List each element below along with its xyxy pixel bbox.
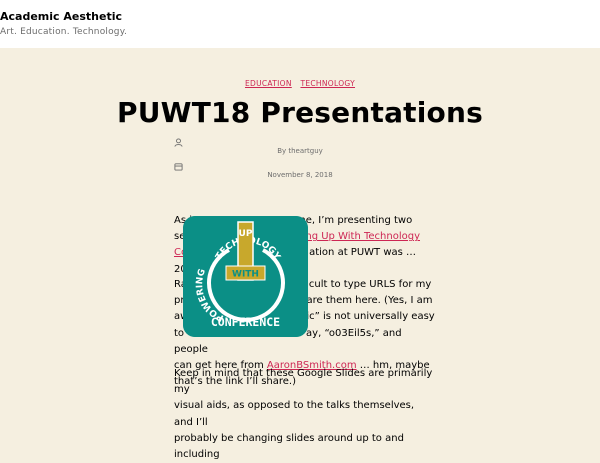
site-title[interactable]: Academic Aesthetic (0, 10, 122, 23)
site-tagline: Art. Education. Technology. (0, 27, 128, 37)
logo-conference-text: CONFERENCE (211, 315, 280, 329)
text-fragment: are them here. (Yes, I am (306, 295, 433, 307)
post-paragraph-3: Keep in mind that these Google Slides ar… (174, 366, 436, 463)
text-fragment: ation at PUWT was … (309, 247, 417, 259)
powering-up-logo: TECHNOLOGY POWERING UP WITH CONFERENCE (183, 216, 308, 337)
powering-up-link[interactable]: ng Up With Technology (305, 231, 420, 242)
category-technology-link[interactable]: TECHNOLOGY (300, 79, 355, 88)
text-line: visual aids, as opposed to the talks the… (174, 400, 415, 428)
text-fragment: ic” is not universally easy (306, 311, 435, 323)
logo-with-text: WITH (232, 270, 259, 280)
calendar-icon (174, 163, 183, 171)
text-fragment: me, I’m presenting two (296, 215, 413, 226)
text-line: Keep in mind that these Google Slides ar… (174, 368, 433, 396)
author-icon (174, 138, 183, 147)
text-fragment: to (174, 327, 185, 339)
post-date[interactable]: November 8, 2018 (0, 171, 600, 179)
logo-up-text: UP (239, 229, 253, 239)
post-categories: EDUCATION TECHNOLOGY (0, 79, 600, 88)
post-title: PUWT18 Presentations (117, 96, 483, 129)
post-author[interactable]: By theartguy (0, 147, 600, 155)
category-education-link[interactable]: EDUCATION (245, 79, 292, 88)
site-header: Academic Aesthetic Art. Education. Techn… (0, 0, 600, 48)
text-line: probably be changing slides around up to… (174, 432, 404, 461)
text-fragment: cult to type URLS for my (308, 279, 432, 290)
